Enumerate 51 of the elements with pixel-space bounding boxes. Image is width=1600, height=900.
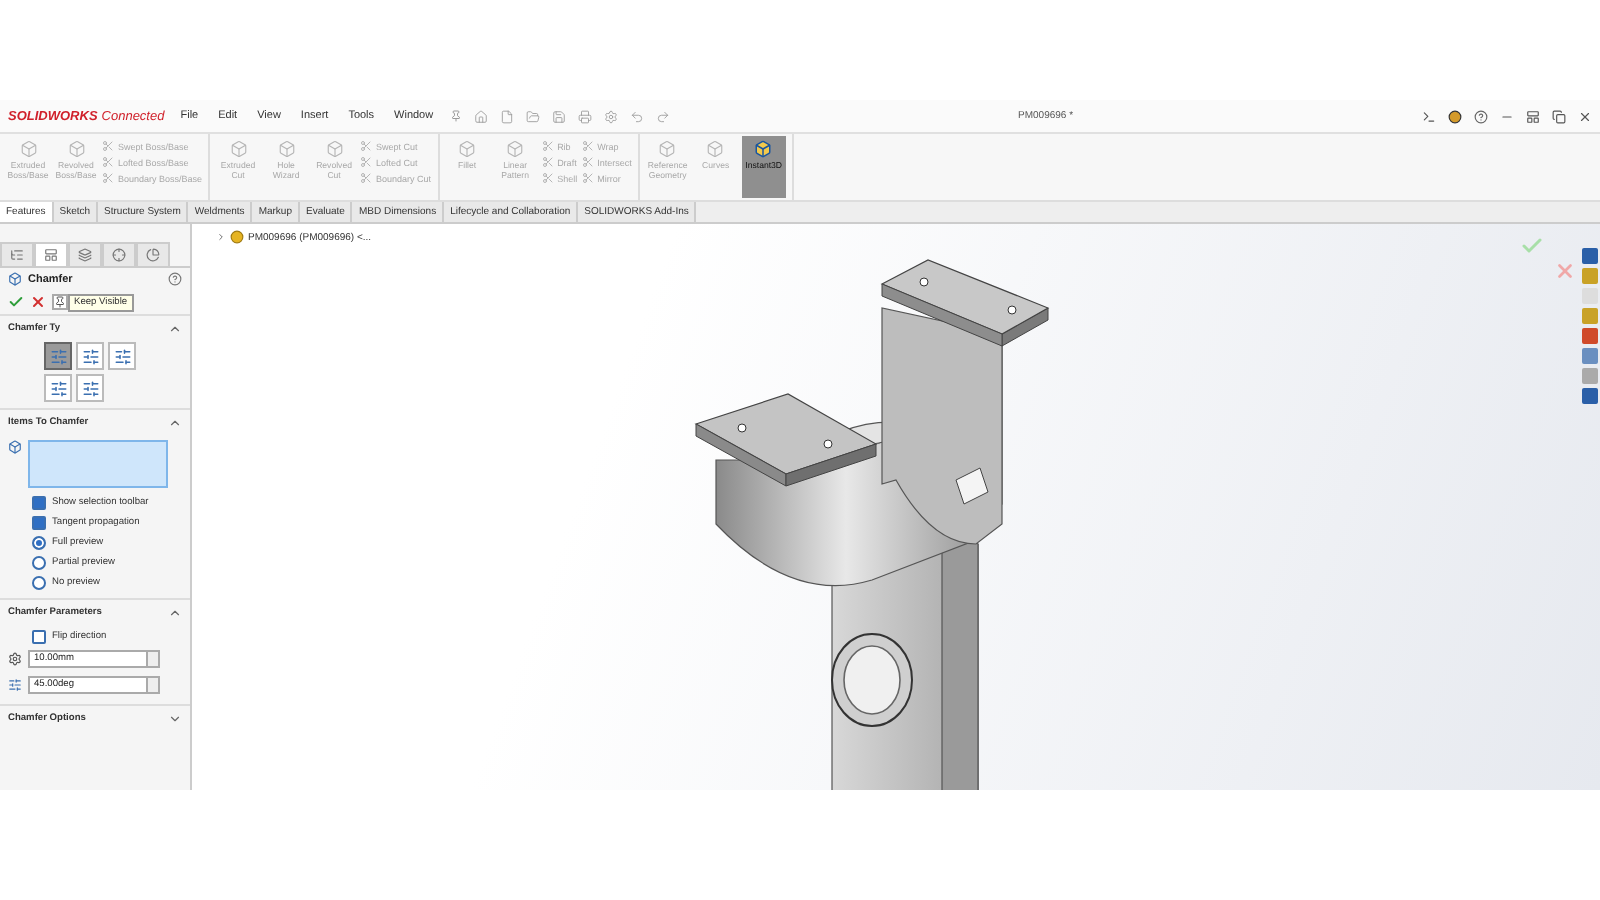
- tree-icon: [10, 248, 24, 262]
- chamfer-type-button[interactable]: [76, 374, 104, 402]
- terminal-icon[interactable]: [1422, 109, 1436, 123]
- pie-icon: [146, 248, 160, 262]
- chamfer-type-button[interactable]: [44, 374, 72, 402]
- solid-shape-icon: [658, 140, 677, 158]
- pin-icon[interactable]: [449, 110, 462, 122]
- expand-icon[interactable]: [168, 712, 182, 726]
- save-icon[interactable]: [551, 109, 566, 123]
- avatar-icon[interactable]: [1448, 109, 1462, 123]
- cancel-button[interactable]: [30, 294, 46, 310]
- solid-shape-icon: [229, 140, 248, 158]
- crosshair-icon: [112, 248, 126, 262]
- close-icon[interactable]: [1578, 109, 1592, 123]
- panel-tab[interactable]: [34, 242, 68, 266]
- chamfer-type-button[interactable]: [108, 342, 136, 370]
- panel-tab[interactable]: [102, 242, 136, 266]
- layout-icon[interactable]: [1526, 109, 1540, 123]
- collapse-icon[interactable]: [168, 322, 182, 336]
- solid-shape-icon: [325, 140, 344, 158]
- panel-tab[interactable]: [68, 242, 102, 266]
- home-icon[interactable]: [473, 109, 488, 123]
- panel-tab[interactable]: [0, 242, 34, 266]
- settings-icon[interactable]: [603, 109, 618, 123]
- chamfer-type-button[interactable]: [44, 342, 72, 370]
- solid-shape-icon: [706, 140, 725, 158]
- redo-icon[interactable]: [655, 109, 670, 123]
- layers-icon: [78, 248, 92, 262]
- collapse-icon[interactable]: [168, 416, 182, 430]
- help-icon[interactable]: [1474, 109, 1488, 123]
- solid-shape-icon: [277, 140, 296, 158]
- pin-button[interactable]: [52, 294, 68, 310]
- restore-icon[interactable]: [1552, 109, 1566, 123]
- panel-tab[interactable]: [136, 242, 170, 266]
- help-icon[interactable]: [168, 272, 182, 286]
- folder-icon[interactable]: [525, 109, 540, 123]
- panel-icon: [44, 248, 58, 262]
- solid-shape-icon: [506, 140, 525, 158]
- solid-shape-icon: [19, 140, 37, 158]
- solid-shape-icon: [67, 140, 85, 158]
- print-icon[interactable]: [577, 109, 592, 123]
- solid-shape-icon: [458, 140, 477, 158]
- selection-list[interactable]: [28, 440, 168, 488]
- part-icon: [230, 230, 244, 244]
- cube-icon: [754, 140, 773, 158]
- undo-icon[interactable]: [629, 109, 644, 123]
- chamfer-type-button[interactable]: [76, 342, 104, 370]
- file-icon[interactable]: [499, 109, 514, 123]
- bracket-model-drawing[interactable]: [694, 259, 1050, 790]
- ok-button[interactable]: [8, 294, 24, 310]
- collapse-icon[interactable]: [168, 606, 182, 620]
